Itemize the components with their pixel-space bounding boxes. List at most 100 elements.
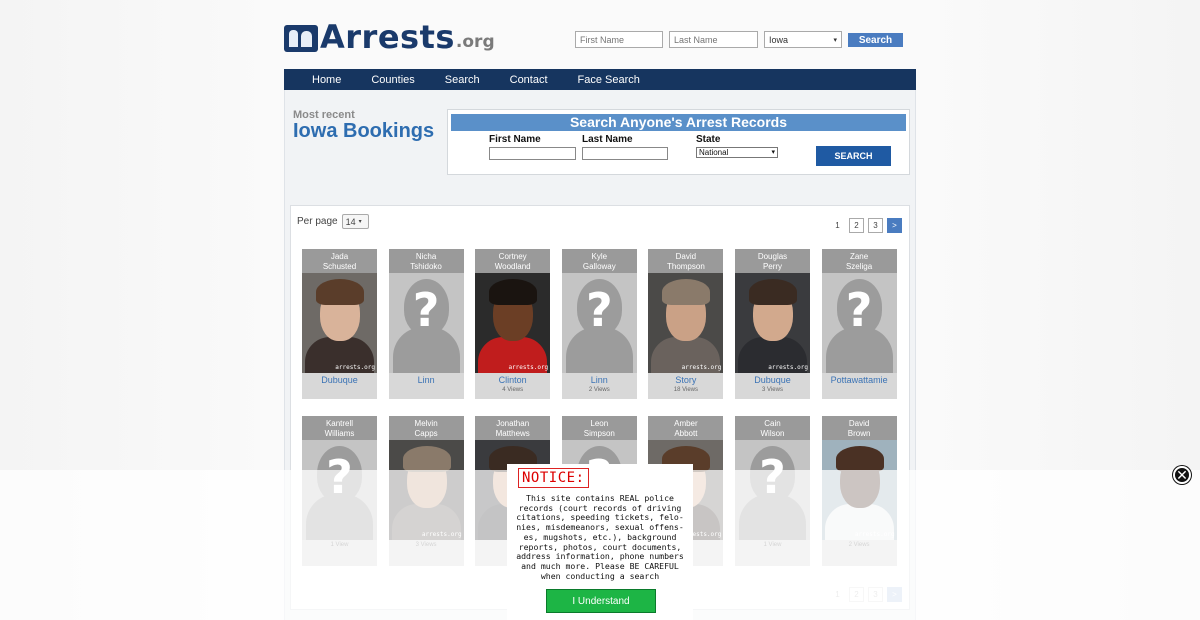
booking-county-link[interactable]: Linn (389, 375, 464, 385)
booking-first-name: Jonathan (496, 419, 530, 428)
booking-name: Leon Simpson (561, 416, 637, 440)
state-select[interactable]: National ▾ (696, 147, 778, 158)
main-nav: Home Counties Search Contact Face Search (284, 69, 916, 90)
logo-text: Arrests (320, 18, 455, 56)
booking-name: Cortney Woodland (475, 249, 551, 273)
nav-item-face-search[interactable]: Face Search (578, 74, 640, 86)
booking-name: Amber Abbott (648, 416, 724, 440)
header-search: Iowa ▾ Search (575, 31, 903, 48)
nav-item-contact[interactable]: Contact (510, 74, 548, 86)
nav-item-counties[interactable]: Counties (371, 74, 414, 86)
booking-first-name: Douglas (757, 252, 788, 261)
no-photo-silhouette-icon: ? (821, 273, 897, 373)
booking-last-name: Galloway (582, 262, 616, 271)
booking-county-link[interactable]: Dubuque (302, 375, 377, 385)
first-name-input[interactable] (489, 147, 576, 160)
booking-card[interactable]: Jada Schusted arrests.org Dubuque (302, 249, 377, 399)
last-name-input[interactable] (582, 147, 668, 160)
booking-first-name: David (675, 252, 697, 261)
booking-first-name: Jada (330, 252, 349, 261)
question-mark-icon: ? (585, 283, 613, 337)
booking-last-name: Perry (762, 262, 783, 271)
booking-first-name: Cortney (498, 252, 527, 261)
header-search-button[interactable]: Search (848, 33, 903, 47)
header-state-select[interactable]: Iowa ▾ (764, 31, 842, 48)
booking-card[interactable]: Nicha Tshidoko? Linn (388, 249, 464, 399)
question-mark-icon: ? (845, 283, 873, 337)
booking-last-name: Woodland (494, 262, 531, 271)
booking-last-name: Tshidoko (410, 262, 442, 271)
header-first-name-input[interactable] (575, 31, 663, 48)
booking-first-name: Zane (849, 252, 869, 261)
state-label: State (696, 134, 721, 145)
chevron-down-icon: ▾ (771, 149, 775, 156)
booking-card[interactable]: Zane Szeliga? Pottawattamie (821, 249, 897, 399)
per-page-select[interactable]: 14 ▾ (341, 214, 369, 229)
booking-last-name: Matthews (495, 429, 530, 438)
no-photo-silhouette-icon: ? (561, 273, 637, 373)
booking-first-name: David (848, 419, 870, 428)
chevron-down-icon: ▾ (358, 219, 362, 225)
booking-last-name: Wilson (760, 429, 785, 438)
logo-icon (284, 25, 318, 52)
booking-first-name: Nicha (415, 252, 437, 261)
booking-card[interactable]: David Thompson arrests.org Story 18 Views (648, 249, 724, 399)
next-page-button[interactable]: > (887, 218, 902, 233)
watermark: arrests.org (768, 364, 808, 371)
watermark: arrests.org (335, 364, 375, 371)
page-button[interactable]: 2 (849, 218, 864, 233)
booking-name: David Brown (821, 416, 897, 440)
nav-item-search[interactable]: Search (445, 74, 480, 86)
booking-county-link[interactable]: Pottawattamie (822, 375, 897, 385)
booking-first-name: Leon (590, 419, 609, 428)
close-icon[interactable]: ✕ (1173, 466, 1191, 484)
mugshot-hair (749, 279, 797, 305)
understand-button[interactable]: I Understand (546, 589, 656, 613)
per-page-value: 14 (345, 216, 356, 227)
mugshot-hair (662, 279, 711, 305)
booking-views: 2 Views (588, 387, 610, 393)
page-button[interactable]: 1 (830, 218, 845, 233)
chevron-down-icon: ▾ (833, 36, 837, 44)
booking-first-name: Kantrell (325, 419, 354, 428)
booking-name: Jada Schusted (302, 249, 377, 273)
booking-county-link[interactable]: Linn (562, 375, 637, 385)
first-name-label: First Name (489, 134, 541, 145)
booking-card[interactable]: Cortney Woodland arrests.org Clinton 4 Views (475, 249, 551, 399)
booking-last-name: Abbott (674, 429, 698, 438)
mugshot-hair (316, 279, 364, 305)
booking-name: Jonathan Matthews (475, 416, 551, 440)
booking-last-name: Brown (847, 429, 871, 438)
last-name-label: Last Name (582, 134, 633, 145)
booking-card[interactable]: Douglas Perry arrests.org Dubuque 3 Views (735, 249, 810, 399)
site-logo[interactable]: Arrests .org (284, 18, 495, 56)
booking-last-name: Simpson (583, 429, 615, 438)
booking-county-link[interactable]: Story (648, 375, 723, 385)
booking-name: Kyle Galloway (561, 249, 637, 273)
mugshot-hair (402, 446, 451, 472)
mugshot-hair (835, 446, 884, 472)
booking-card[interactable]: Kyle Galloway? Linn 2 Views (561, 249, 637, 399)
booking-county-link[interactable]: Dubuque (735, 375, 810, 385)
search-button[interactable]: SEARCH (816, 146, 891, 166)
booking-county-link[interactable]: Clinton (475, 375, 550, 385)
nav-item-home[interactable]: Home (312, 74, 341, 86)
watermark: arrests.org (508, 364, 549, 371)
booking-name: Kantrell Williams (302, 416, 377, 440)
notice-body: This site contains REAL police records (… (516, 493, 684, 581)
booking-first-name: Kyle (591, 252, 608, 261)
state-select-value: National (699, 148, 729, 157)
watermark: arrests.org (681, 364, 722, 371)
logo-suffix: .org (455, 32, 495, 52)
header-last-name-input[interactable] (669, 31, 758, 48)
booking-first-name: Amber (674, 419, 698, 428)
no-photo-silhouette-icon: ? (388, 273, 464, 373)
page-button[interactable]: 3 (868, 218, 883, 233)
mugshot-photo: arrests.org (302, 273, 377, 373)
notice-title: NOTICE: (518, 468, 589, 488)
booking-name: Melvin Capps (388, 416, 464, 440)
booking-views: 4 Views (502, 387, 524, 393)
booking-views: 18 Views (673, 387, 699, 393)
booking-first-name: Cain (764, 419, 781, 428)
mugshot-photo: arrests.org (648, 273, 724, 373)
